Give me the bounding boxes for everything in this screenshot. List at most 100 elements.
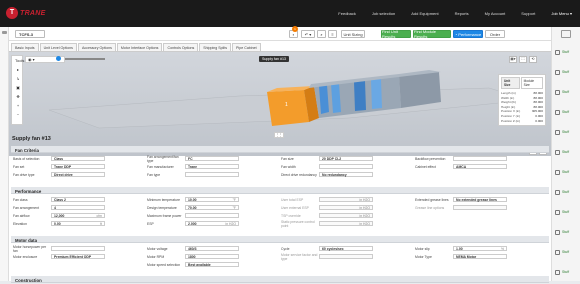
nav-reports[interactable]: Reports bbox=[455, 11, 469, 16]
field-select[interactable]: No extended grease lines bbox=[453, 197, 507, 203]
trane-logo-text: TRANE bbox=[20, 9, 46, 17]
field-label: Motor RPM bbox=[147, 254, 165, 259]
field-input[interactable]: in H2O bbox=[319, 213, 373, 219]
viewer-collapse-handle[interactable]: ⋮⋮ bbox=[274, 132, 284, 138]
unit-selector[interactable]: TCFS-3 bbox=[15, 30, 45, 38]
field-input[interactable]: 1.00% bbox=[453, 246, 507, 252]
field-input[interactable]: in H2O bbox=[319, 197, 373, 203]
component-title: Supply fan #13 bbox=[12, 136, 51, 142]
field-input[interactable]: 12,000 cfm bbox=[51, 213, 105, 219]
right-rail-item[interactable]: Stuff bbox=[555, 187, 577, 197]
nav-feedback[interactable]: Feedback bbox=[338, 11, 356, 16]
field-input[interactable]: 0.00 ft bbox=[51, 221, 105, 227]
plus-tool-icon[interactable]: + bbox=[15, 104, 21, 108]
view-mode-button[interactable]: ▦▾ bbox=[509, 56, 517, 63]
order-button[interactable]: Order bbox=[485, 30, 505, 38]
right-rail-item[interactable]: Stuff bbox=[555, 47, 577, 57]
unit-sizing-button[interactable]: Unit Sizing bbox=[341, 30, 365, 38]
list-button[interactable]: ≡ bbox=[328, 30, 337, 38]
field-select[interactable] bbox=[453, 156, 507, 162]
right-rail-item[interactable]: Stuff bbox=[555, 247, 577, 257]
pan-tool-icon[interactable]: ✥ bbox=[15, 95, 21, 99]
field-input[interactable]: in H2O bbox=[319, 221, 373, 227]
right-rail-item[interactable]: Stuff bbox=[555, 87, 577, 97]
transparency-slider[interactable] bbox=[65, 58, 105, 60]
find-unit-results-button[interactable]: Find Unit Results bbox=[381, 29, 411, 39]
performance-button[interactable]: ◔ Performance bbox=[453, 30, 483, 38]
right-rail-item[interactable]: Stuff bbox=[555, 227, 577, 237]
reset-view-button[interactable]: ⟲ bbox=[529, 56, 537, 63]
panel-toggle-icon[interactable] bbox=[561, 30, 571, 38]
field-select[interactable]: 20 DDP CL2 bbox=[319, 156, 373, 162]
field-input[interactable]: 70.00 °F bbox=[185, 205, 239, 211]
field-select[interactable]: FC bbox=[185, 156, 239, 162]
trane-logo[interactable]: T TRANE bbox=[6, 6, 48, 20]
field-select[interactable]: Trane bbox=[185, 164, 239, 170]
field-select[interactable]: Premium Efficient ODP bbox=[51, 254, 105, 260]
nav-add-equipment[interactable]: Add Equipment bbox=[411, 11, 438, 16]
field-select[interactable] bbox=[319, 254, 373, 260]
field-select[interactable]: 4 bbox=[51, 205, 105, 211]
tab-accessory-options[interactable]: Accessory Options bbox=[77, 43, 116, 51]
nav-my-account[interactable]: My Account bbox=[485, 11, 506, 16]
field-select[interactable]: Class 2 bbox=[51, 197, 105, 203]
field-input[interactable]: in H2O bbox=[319, 205, 373, 211]
field-select[interactable]: 1800 bbox=[185, 254, 239, 260]
right-rail-item[interactable]: Stuff bbox=[555, 167, 577, 177]
field-input[interactable]: 2.000 in H2O bbox=[185, 221, 239, 227]
fullscreen-icon: ⛶ bbox=[521, 57, 525, 61]
move-tool-icon[interactable]: ↳ bbox=[15, 77, 21, 81]
section-header[interactable]: Performance bbox=[11, 187, 549, 194]
tab-controls-options[interactable]: Controls Options bbox=[163, 43, 199, 51]
unit-3d-model[interactable]: 1 bbox=[9, 52, 551, 156]
tab-pipe-cabinet[interactable]: Pipe Cabinet bbox=[232, 43, 261, 51]
select-tool-icon[interactable]: ▸ bbox=[15, 68, 21, 72]
section-header[interactable]: Fan Criteria bbox=[11, 146, 549, 153]
field-select[interactable]: 60 cycles/sec bbox=[319, 246, 373, 252]
tab-motor-interface-options[interactable]: Motor Interface Options bbox=[116, 43, 163, 51]
right-rail-item[interactable]: Stuff bbox=[555, 67, 577, 77]
section-header[interactable]: Construction bbox=[11, 276, 549, 283]
field-select[interactable]: No redundancy bbox=[319, 172, 373, 178]
right-rail-item[interactable]: Stuff bbox=[555, 107, 577, 117]
search-button[interactable]: ⌕ bbox=[317, 30, 326, 38]
field-select[interactable]: AMCA bbox=[453, 164, 507, 170]
camera-tool-icon[interactable]: ▣ bbox=[15, 86, 21, 90]
tab-unit-level-options[interactable]: Unit Level Options bbox=[39, 43, 77, 51]
field-select[interactable]: NEMA Motor bbox=[453, 254, 507, 260]
notification-badge: 1 bbox=[292, 26, 298, 32]
right-rail-item[interactable]: Stuff bbox=[555, 207, 577, 217]
nav-support[interactable]: Support bbox=[521, 11, 535, 16]
right-rail-item[interactable]: Stuff bbox=[555, 147, 577, 157]
tab-basic-inputs[interactable]: Basic Inputs bbox=[11, 43, 39, 51]
transparency-slider-knob[interactable] bbox=[56, 56, 61, 61]
field-input[interactable]: 10.00 °F bbox=[185, 197, 239, 203]
unit-3d-viewer[interactable]: 1 Tools ▸ ↳ ▣ ✥ + − ◉ ▾ Supply fan #13 ▦… bbox=[9, 52, 551, 156]
right-rail-item[interactable]: Stuff bbox=[555, 127, 577, 137]
field-select[interactable] bbox=[319, 164, 373, 170]
top-bar: T TRANE Feedback Job selection Add Equip… bbox=[0, 0, 580, 27]
field-select[interactable] bbox=[453, 205, 507, 211]
field-select[interactable]: Best available bbox=[185, 262, 239, 268]
field-select[interactable]: Trane DDP bbox=[51, 164, 105, 170]
fan-criteria-section: Fan Criteria Basis of selection Class Fan… bbox=[11, 146, 549, 184]
field-select[interactable] bbox=[51, 246, 105, 252]
field-select[interactable]: 460/3 bbox=[185, 246, 239, 252]
section-header[interactable]: Motor data bbox=[11, 236, 549, 243]
tab-module-size[interactable]: Module Size bbox=[520, 77, 543, 89]
tab-shipping-splits[interactable]: Shipping Splits bbox=[199, 43, 232, 51]
field-input[interactable] bbox=[185, 213, 239, 219]
field-value: Class bbox=[54, 157, 64, 162]
minus-tool-icon[interactable]: − bbox=[15, 113, 21, 117]
nav-job-selection[interactable]: Job selection bbox=[372, 11, 395, 16]
undo-button[interactable]: ↶ ▾ bbox=[301, 30, 315, 38]
find-module-results-button[interactable]: Find Module Results bbox=[413, 29, 451, 39]
right-rail-item[interactable]: Stuff bbox=[555, 267, 577, 277]
left-rail-handle[interactable] bbox=[2, 31, 7, 34]
field-select[interactable]: Class bbox=[51, 156, 105, 162]
nav-job-menu[interactable]: Job Menu ▾ bbox=[551, 11, 572, 16]
field-select[interactable]: Direct drive bbox=[51, 172, 105, 178]
tab-unit-size[interactable]: Unit Size bbox=[501, 77, 520, 89]
fullscreen-button[interactable]: ⛶ bbox=[519, 56, 527, 63]
field-select[interactable] bbox=[185, 172, 239, 178]
